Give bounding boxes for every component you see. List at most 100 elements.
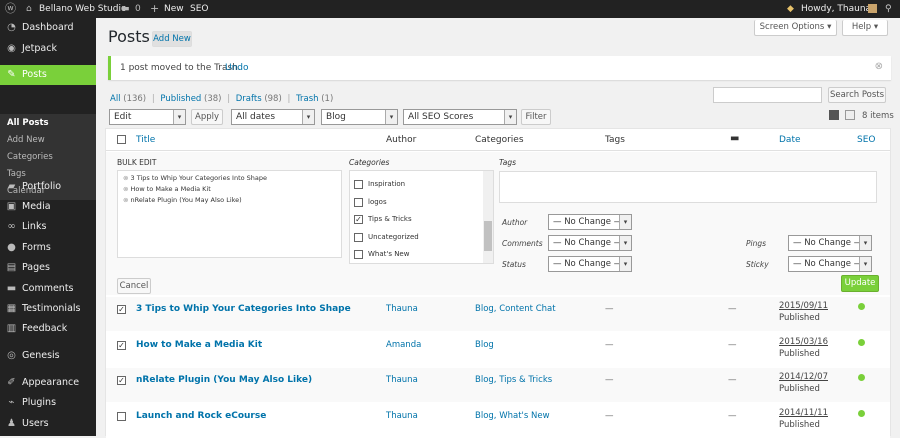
post-tags: — bbox=[605, 340, 614, 350]
filter-drafts[interactable]: Drafts bbox=[236, 94, 262, 104]
new-content-link[interactable]: New bbox=[164, 0, 184, 18]
comments-count[interactable]: 0 bbox=[135, 0, 141, 18]
sidebar-item-testimonials[interactable]: ▦ Testimonials bbox=[0, 299, 96, 319]
post-title-link[interactable]: How to Make a Media Kit bbox=[136, 340, 262, 350]
sidebar-item-posts[interactable]: ✎ Posts bbox=[0, 65, 96, 85]
filter-all[interactable]: All bbox=[110, 94, 121, 104]
row-checkbox[interactable]: ✓ bbox=[117, 305, 126, 314]
select-all-checkbox[interactable] bbox=[117, 135, 126, 144]
column-seo[interactable]: SEO bbox=[857, 135, 875, 145]
category-checkbox[interactable] bbox=[354, 180, 363, 189]
avatar[interactable] bbox=[868, 4, 877, 13]
filter-button[interactable]: Filter bbox=[521, 109, 551, 125]
items-count: 8 items bbox=[862, 111, 894, 121]
seo-score-select[interactable]: All SEO Scores ▾ bbox=[403, 109, 517, 125]
category-checkbox[interactable] bbox=[354, 250, 363, 259]
column-title[interactable]: Title bbox=[136, 135, 155, 145]
screen-options-button[interactable]: Screen Options ▾ bbox=[754, 20, 837, 36]
sidebar-item-plugins[interactable]: ⌁ Plugins bbox=[0, 393, 96, 413]
sidebar-item-forms[interactable]: ● Forms bbox=[0, 238, 96, 258]
comment-bubble-icon[interactable]: ▬ bbox=[121, 0, 130, 18]
scrollbar[interactable] bbox=[483, 171, 493, 263]
chevron-down-icon: ▾ bbox=[173, 110, 185, 124]
apply-button[interactable]: Apply bbox=[191, 109, 223, 125]
row-checkbox[interactable]: ✓ bbox=[117, 376, 126, 385]
post-author-link[interactable]: Thauna bbox=[386, 375, 418, 385]
post-date: 2015/09/11 bbox=[779, 301, 828, 311]
category-checkbox[interactable]: ✓ bbox=[354, 215, 363, 224]
sidebar-item-users[interactable]: ♟ Users bbox=[0, 414, 96, 434]
post-author-link[interactable]: Thauna bbox=[386, 411, 418, 421]
sidebar-item-feedback[interactable]: ▥ Feedback bbox=[0, 319, 96, 339]
undo-link[interactable]: Undo bbox=[225, 63, 249, 73]
category-checkbox[interactable] bbox=[354, 197, 363, 207]
bulk-action-select[interactable]: Edit ▾ bbox=[109, 109, 186, 125]
list-view-icon[interactable] bbox=[829, 110, 839, 120]
excerpt-view-icon[interactable] bbox=[845, 110, 855, 120]
scrollbar-thumb[interactable] bbox=[484, 221, 492, 251]
pings-select[interactable]: — No Change — ▾ bbox=[788, 235, 872, 251]
row-checkbox[interactable] bbox=[117, 412, 126, 421]
site-name-link[interactable]: Bellano Web Studio bbox=[39, 0, 126, 18]
post-author-link[interactable]: Amanda bbox=[386, 340, 421, 350]
filter-separator: | bbox=[151, 94, 155, 104]
category-checkbox[interactable] bbox=[354, 232, 363, 242]
sidebar-item-links[interactable]: ∞ Links bbox=[0, 217, 96, 237]
seo-menu-link[interactable]: SEO bbox=[190, 0, 208, 18]
post-title-link[interactable]: 3 Tips to Whip Your Categories Into Shap… bbox=[136, 304, 351, 314]
search-input[interactable] bbox=[713, 87, 822, 103]
remove-icon[interactable]: ⊗ bbox=[123, 196, 131, 204]
filter-trash[interactable]: Trash bbox=[296, 94, 318, 104]
update-button[interactable]: Update bbox=[841, 275, 879, 292]
filter-published[interactable]: Published bbox=[160, 94, 201, 104]
tags-textarea[interactable] bbox=[499, 171, 877, 203]
cancel-button[interactable]: Cancel bbox=[117, 278, 151, 294]
post-categories-link[interactable]: Blog, Content Chat bbox=[475, 304, 556, 314]
sidebar-item-appearance[interactable]: ✐ Appearance bbox=[0, 373, 96, 393]
submenu-categories[interactable]: Categories bbox=[7, 152, 53, 162]
sidebar-item-media[interactable]: ▣ Media bbox=[0, 197, 96, 217]
testimonials-icon: ▦ bbox=[6, 303, 17, 314]
sidebar-item-dashboard[interactable]: ◔ Dashboard bbox=[0, 18, 96, 38]
post-categories-link[interactable]: Blog bbox=[475, 340, 494, 350]
sticky-select[interactable]: — No Change — ▾ bbox=[788, 256, 872, 272]
bulk-title-item: ⊗ How to Make a Media Kit bbox=[123, 185, 211, 193]
column-date[interactable]: Date bbox=[779, 135, 801, 145]
wordpress-logo-icon[interactable]: ⓦ bbox=[5, 0, 16, 18]
sidebar-item-jetpack[interactable]: ◉ Jetpack bbox=[0, 39, 96, 59]
post-author-link[interactable]: Thauna bbox=[386, 304, 418, 314]
comments-select[interactable]: — No Change — ▾ bbox=[548, 235, 632, 251]
search-icon[interactable]: ⚲ bbox=[885, 0, 892, 18]
row-checkbox[interactable]: ✓ bbox=[117, 341, 126, 350]
help-button[interactable]: Help ▾ bbox=[842, 20, 888, 36]
comment-bubble-icon[interactable]: ▬ bbox=[730, 133, 739, 144]
post-title-link[interactable]: Launch and Rock eCourse bbox=[136, 411, 266, 421]
categories-checklist[interactable]: Inspiration logos ✓ Tips & Tricks Uncategori… bbox=[349, 170, 494, 264]
post-status: Published bbox=[779, 384, 820, 394]
post-title-link[interactable]: nRelate Plugin (You May Also Like) bbox=[136, 375, 312, 385]
column-author: Author bbox=[386, 135, 417, 145]
sidebar-item-genesis[interactable]: ◎ Genesis bbox=[0, 346, 96, 366]
author-select[interactable]: — No Change — ▾ bbox=[548, 214, 632, 230]
category-select[interactable]: Blog ▾ bbox=[321, 109, 398, 125]
sidebar-item-label: Users bbox=[22, 418, 49, 429]
sidebar-item-label: Pages bbox=[22, 262, 50, 273]
search-posts-button[interactable]: Search Posts bbox=[828, 87, 886, 103]
post-comments: — bbox=[728, 340, 737, 350]
submenu-all-posts[interactable]: All Posts bbox=[7, 118, 49, 128]
post-categories-link[interactable]: Blog, What's New bbox=[475, 411, 550, 421]
post-categories-link[interactable]: Blog, Tips & Tricks bbox=[475, 375, 552, 385]
sidebar-item-pages[interactable]: ▤ Pages bbox=[0, 258, 96, 278]
remove-icon[interactable]: ⊗ bbox=[123, 174, 131, 182]
howdy-account-link[interactable]: Howdy, Thauna bbox=[801, 0, 871, 18]
sidebar-item-portfolio[interactable]: ▰ Portfolio bbox=[0, 177, 96, 197]
submenu-add-new[interactable]: Add New bbox=[7, 135, 45, 145]
table-row: ✓ How to Make a Media Kit Amanda Blog — — 2015… bbox=[106, 333, 890, 367]
remove-icon[interactable]: ⊗ bbox=[123, 185, 131, 193]
dates-select[interactable]: All dates ▾ bbox=[231, 109, 315, 125]
seo-score-indicator bbox=[858, 374, 865, 381]
add-new-button[interactable]: Add New bbox=[152, 31, 192, 47]
status-select[interactable]: — No Change — ▾ bbox=[548, 256, 632, 272]
dismiss-icon[interactable]: ⊗ bbox=[875, 61, 883, 72]
sidebar-item-comments[interactable]: ▬ Comments bbox=[0, 279, 96, 299]
